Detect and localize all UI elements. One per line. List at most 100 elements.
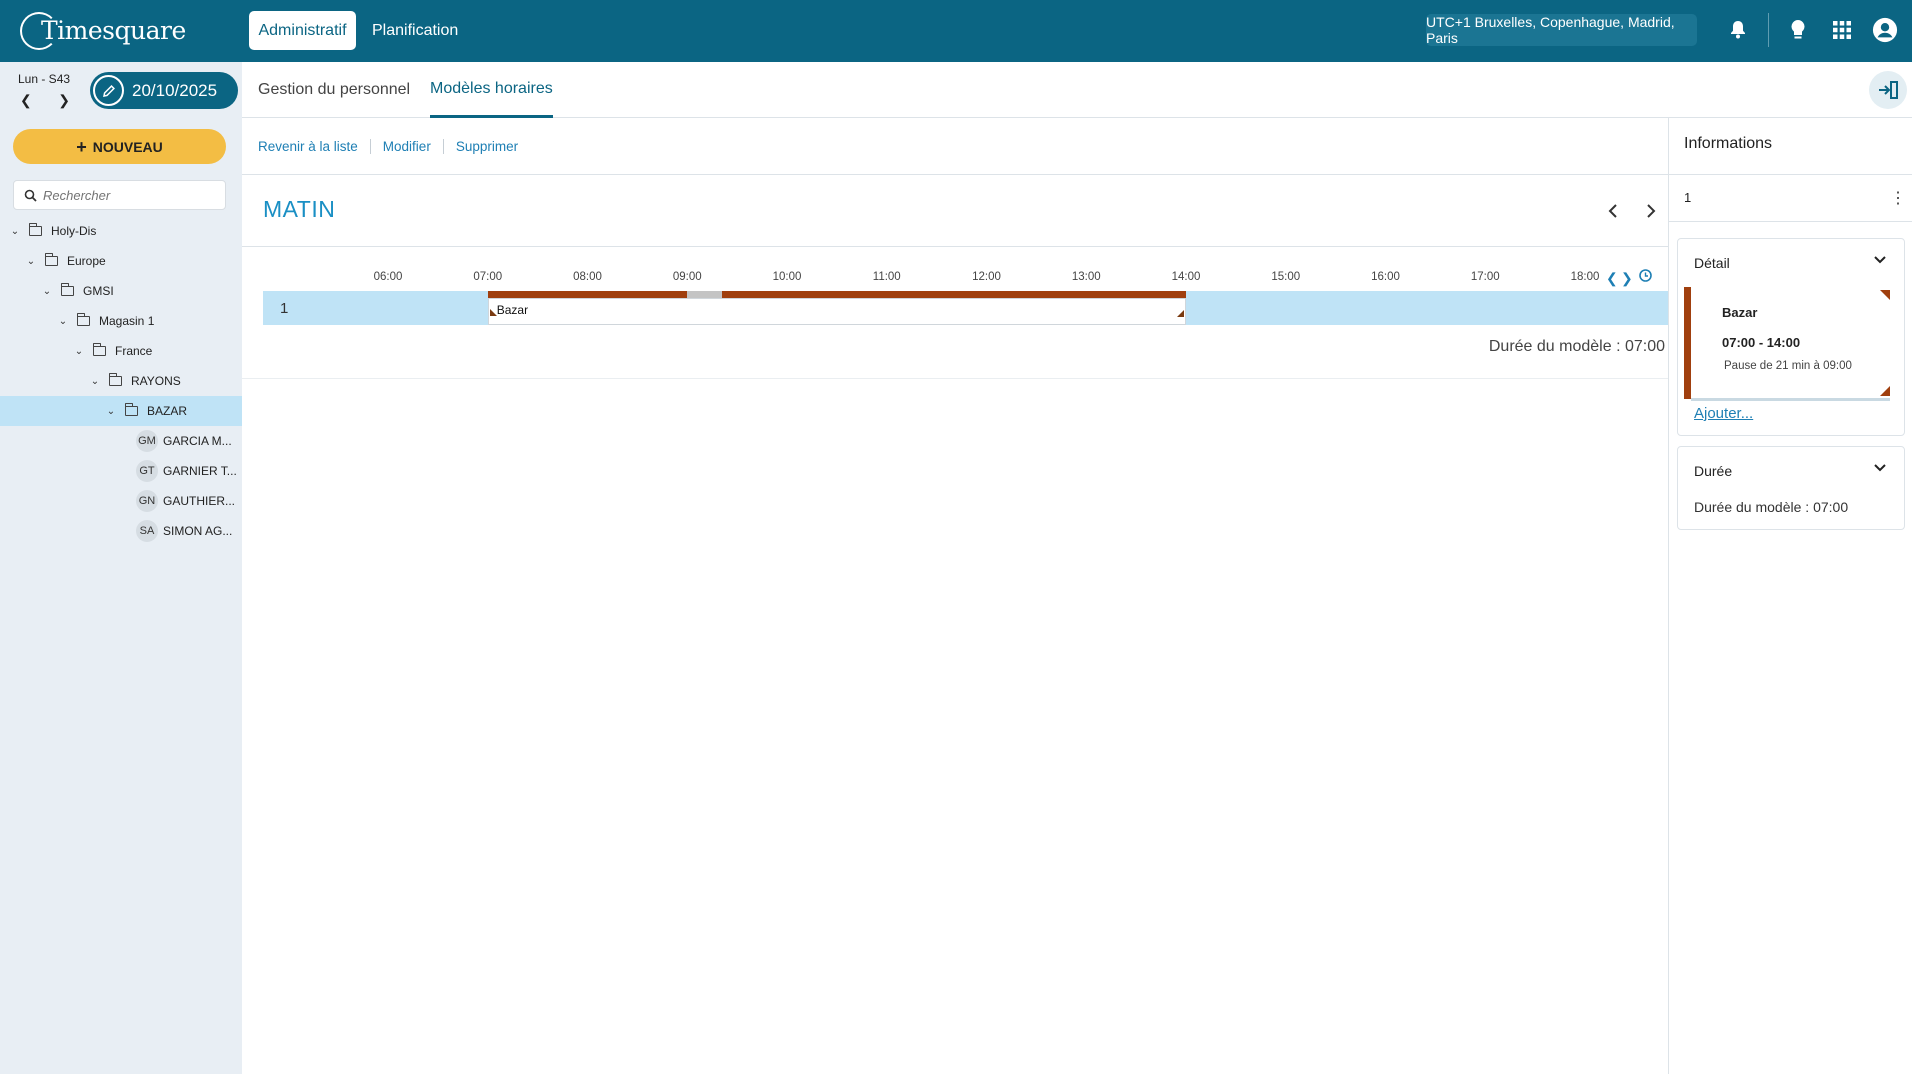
chevron-down-icon[interactable]: ⌄ <box>57 316 69 327</box>
hour-label: 14:00 <box>1171 271 1201 283</box>
lightbulb-icon[interactable] <box>1785 17 1811 43</box>
logo-text: Timesquare <box>41 15 186 45</box>
folder-icon <box>44 253 58 266</box>
segment-color-bar <box>1684 287 1691 399</box>
action-bar: Revenir à la liste Modifier Supprimer <box>242 118 1668 175</box>
hour-label: 06:00 <box>373 271 403 283</box>
folder-icon <box>76 313 90 326</box>
hour-label: 17:00 <box>1470 271 1500 283</box>
avatar: SA <box>136 520 158 542</box>
chevron-down-icon[interactable]: ⌄ <box>41 286 53 297</box>
back-to-list-link[interactable]: Revenir à la liste <box>258 138 371 154</box>
model-duration: Durée du modèle : 07:00 <box>1488 338 1665 355</box>
tree-item-person[interactable]: GN GAUTHIER... <box>0 486 242 516</box>
search-input[interactable] <box>43 187 213 203</box>
info-row-label: 1 <box>1684 190 1692 205</box>
chevron-down-icon[interactable] <box>1873 460 1887 476</box>
week-label: Lun - S43 <box>18 72 71 86</box>
app-logo[interactable]: Timesquare <box>20 8 186 52</box>
resize-handle-left-icon[interactable] <box>489 309 497 316</box>
add-link[interactable]: Ajouter... <box>1694 405 1753 422</box>
timeline-reset-icon[interactable] <box>1638 268 1653 286</box>
info-panel-title: Informations <box>1684 135 1773 152</box>
timeline-prev-icon[interactable]: ❮ <box>1606 270 1618 287</box>
tree-item-person[interactable]: GM GARCIA M... <box>0 426 242 456</box>
new-button[interactable]: + NOUVEAU <box>13 129 226 164</box>
chevron-right-icon[interactable]: ❯ <box>58 92 70 109</box>
chevron-down-icon[interactable]: ⌄ <box>25 256 37 267</box>
tree-item-label: GARNIER T... <box>163 464 237 478</box>
timezone-selector[interactable]: UTC+1 Bruxelles, Copenhague, Madrid, Par… <box>1426 14 1697 46</box>
tree-item-label: GMSI <box>83 284 114 298</box>
delete-link[interactable]: Supprimer <box>444 139 530 154</box>
chevron-down-icon[interactable]: ⌄ <box>9 226 21 237</box>
duration-card <box>1677 446 1905 530</box>
content-separator <box>242 378 1668 379</box>
edit-link[interactable]: Modifier <box>371 138 444 154</box>
chevron-left-icon[interactable] <box>1602 200 1624 222</box>
user-account-icon[interactable] <box>1872 17 1898 43</box>
search-box <box>13 180 226 210</box>
segment-block[interactable] <box>487 298 1186 325</box>
resize-handle-right-icon[interactable] <box>1177 310 1184 317</box>
bell-icon[interactable] <box>1725 17 1751 43</box>
chevron-down-icon[interactable]: ⌄ <box>105 406 117 417</box>
tree-item-rayons[interactable]: ⌄ RAYONS <box>0 366 242 396</box>
pencil-icon <box>93 75 124 106</box>
nav-administratif[interactable]: Administratif <box>249 11 356 50</box>
new-button-label: NOUVEAU <box>92 138 163 155</box>
tree-item-holy-dis[interactable]: ⌄ Holy-Dis <box>0 216 242 246</box>
duration-card-text: Durée du modèle : 07:00 <box>1694 499 1849 515</box>
nav-planification[interactable]: Planification <box>364 11 466 50</box>
timeline-next-icon[interactable]: ❯ <box>1621 270 1633 287</box>
date-arrows: ❮ ❯ <box>20 92 70 109</box>
chevron-down-icon[interactable]: ⌄ <box>73 346 85 357</box>
plus-icon: + <box>76 136 87 157</box>
duration-card-header[interactable]: Durée <box>1694 463 1732 479</box>
tree-item-label: SIMON AG... <box>163 524 233 538</box>
info-separator <box>1668 174 1912 175</box>
chevron-right-icon[interactable] <box>1640 200 1662 222</box>
detail-bottom-line <box>1691 398 1890 401</box>
date-picker-button[interactable]: 20/10/2025 <box>90 72 238 109</box>
chevron-down-icon[interactable]: ⌄ <box>89 376 101 387</box>
avatar: GT <box>136 460 158 482</box>
avatar: GN <box>136 490 158 512</box>
tab-gestion-personnel[interactable]: Gestion du personnel <box>258 62 410 118</box>
apps-grid-icon[interactable] <box>1829 17 1855 43</box>
detail-segment-name: Bazar <box>1722 305 1758 320</box>
hour-label: 10:00 <box>772 271 802 283</box>
segment-bar[interactable] <box>487 291 1186 298</box>
chevron-down-icon[interactable] <box>1873 252 1887 268</box>
hour-label: 08:00 <box>573 271 602 283</box>
tree-item-france[interactable]: ⌄ France <box>0 336 242 366</box>
detail-segment-time: 07:00 - 14:00 <box>1722 335 1801 350</box>
hour-label: 12:00 <box>972 271 1001 283</box>
detail-card-header[interactable]: Détail <box>1694 255 1730 271</box>
topbar-divider <box>1768 13 1769 47</box>
title-separator <box>242 246 1668 247</box>
chevron-left-icon[interactable]: ❮ <box>20 92 32 109</box>
tree-item-person[interactable]: SA SIMON AG... <box>0 516 242 546</box>
tree-item-gmsi[interactable]: ⌄ GMSI <box>0 276 242 306</box>
current-date: 20/10/2025 <box>132 80 218 100</box>
folder-icon <box>60 283 74 296</box>
tree-item-person[interactable]: GT GARNIER T... <box>0 456 242 486</box>
row-number: 1 <box>280 300 289 317</box>
hour-label: 07:00 <box>473 271 503 283</box>
tree-item-label: France <box>115 344 153 358</box>
tree-item-magasin-1[interactable]: ⌄ Magasin 1 <box>0 306 242 336</box>
panel-toggle-icon[interactable] <box>1869 71 1907 109</box>
detail-segment-pause: Pause de 21 min à 09:00 <box>1724 360 1852 372</box>
folder-icon <box>92 343 106 356</box>
tree-item-label: GAUTHIER... <box>163 494 236 508</box>
hour-label: 13:00 <box>1071 271 1101 283</box>
avatar: GM <box>136 430 158 452</box>
hour-label: 16:00 <box>1371 271 1400 283</box>
kebab-menu-icon[interactable]: ⋮ <box>1890 188 1906 208</box>
tree-item-bazar[interactable]: ⌄ BAZAR <box>0 396 242 426</box>
tree-item-label: Magasin 1 <box>99 314 155 328</box>
tree-item-label: Europe <box>67 254 106 268</box>
tab-modeles-horaires[interactable]: Modèles horaires <box>430 62 553 118</box>
tree-item-europe[interactable]: ⌄ Europe <box>0 246 242 276</box>
